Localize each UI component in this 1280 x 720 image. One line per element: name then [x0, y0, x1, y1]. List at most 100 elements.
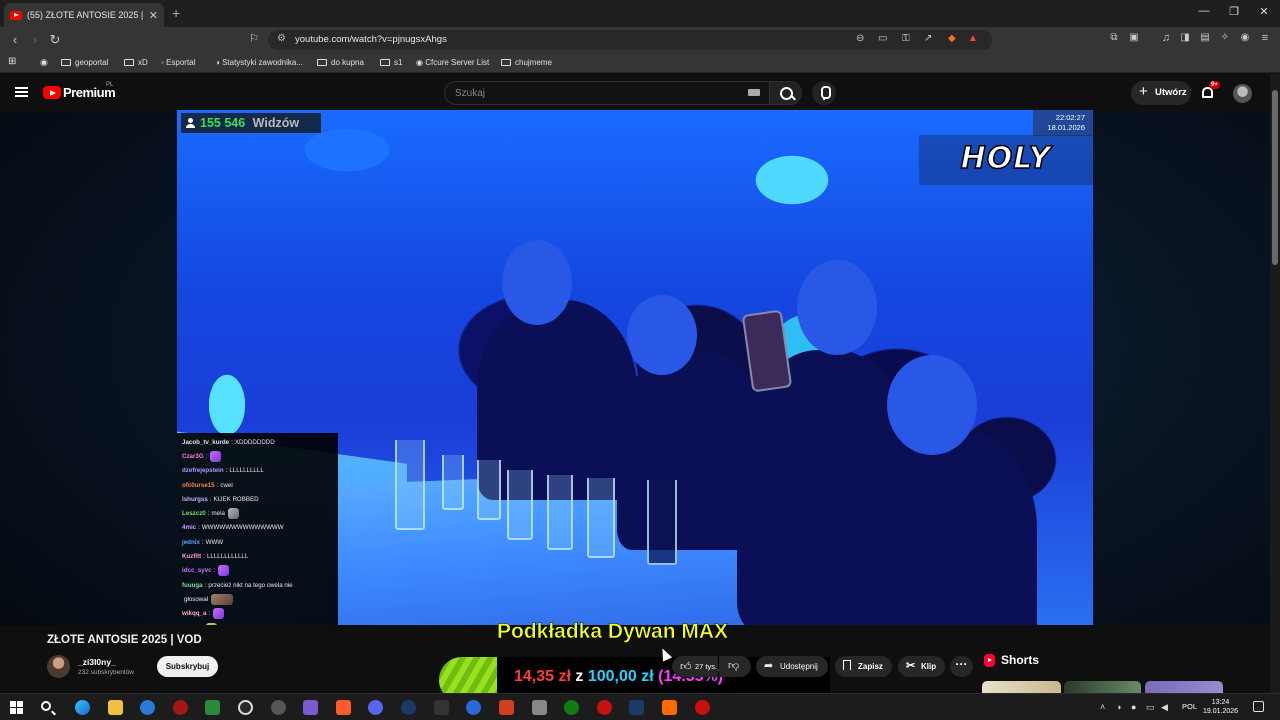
chat-username[interactable]: Jacob_tv_kurde — [182, 439, 229, 446]
thumb-up-icon: 👍︎ — [680, 661, 692, 673]
wallet-icon[interactable]: ▣ — [1126, 32, 1142, 43]
youtube-logo-icon[interactable] — [43, 86, 61, 99]
reload-icon[interactable]: ↻ — [47, 32, 63, 48]
minimize-window-icon[interactable]: — — [1194, 5, 1214, 17]
key-icon[interactable]: ⚿ — [902, 33, 910, 44]
voice-search-button[interactable] — [812, 81, 836, 105]
app-icon[interactable] — [662, 700, 677, 715]
viewer-count-overlay: 155 546 Widzów — [181, 113, 321, 133]
file-explorer-icon[interactable] — [108, 700, 123, 715]
app-icon[interactable] — [695, 700, 710, 715]
chat-username[interactable]: lshurgss — [182, 496, 208, 503]
bookmark-folder[interactable]: do kupna — [317, 58, 364, 67]
xbox-icon[interactable] — [564, 700, 579, 715]
windows-start-icon[interactable] — [10, 701, 23, 714]
chat-username[interactable]: jednix — [182, 539, 200, 546]
short-thumbnail[interactable] — [1145, 681, 1223, 693]
chat-username[interactable]: dzefrejepstein — [182, 467, 224, 474]
chat-username[interactable]: Leszcz0 — [182, 510, 206, 517]
maximize-window-icon[interactable]: ❐ — [1224, 5, 1244, 18]
search-input[interactable]: Szukaj — [444, 81, 770, 105]
new-tab-button[interactable]: + — [172, 5, 180, 21]
close-window-icon[interactable]: ✕ — [1254, 5, 1274, 18]
share-button[interactable]: ➦ Udostępnij — [756, 656, 828, 677]
close-tab-icon[interactable]: ✕ — [149, 9, 158, 22]
channel-name[interactable]: _zi3l0ny_ — [78, 657, 116, 667]
chat-username[interactable]: wikqq_a — [182, 610, 206, 617]
rewards-triangle-icon[interactable]: ▲ — [968, 33, 978, 44]
back-arrow-icon[interactable]: ‹ — [7, 32, 23, 47]
more-actions-button[interactable]: ··· — [950, 656, 973, 677]
app-icon[interactable] — [499, 700, 514, 715]
tray-network-icon[interactable]: ▭ — [1146, 702, 1155, 713]
sidebar-icon[interactable]: ◨ — [1177, 32, 1193, 43]
chat-username[interactable]: Kuzfitt — [182, 553, 201, 560]
app-icon[interactable] — [597, 700, 612, 715]
site-settings-icon[interactable]: ⚙ — [277, 33, 286, 44]
account-avatar[interactable] — [1233, 84, 1252, 103]
brave-browser-icon[interactable] — [336, 700, 351, 715]
media-icon[interactable]: ♫ — [1158, 32, 1174, 44]
clip-button[interactable]: ✂ Klip — [898, 656, 945, 677]
short-thumbnail[interactable] — [982, 681, 1061, 693]
app-icon[interactable] — [173, 700, 188, 715]
bookmark-folder[interactable]: s1 — [380, 58, 402, 67]
channel-avatar[interactable] — [47, 655, 70, 678]
tray-app-icon[interactable]: ◑ — [1116, 702, 1121, 712]
forward-arrow-icon[interactable]: › — [27, 32, 43, 47]
menu-icon[interactable]: ≡ — [1257, 32, 1273, 44]
app-icon[interactable] — [466, 700, 481, 715]
brave-shield-icon[interactable]: ◆ — [948, 33, 956, 44]
taskbar-clock[interactable]: 13:24 19.01.2026 — [1203, 698, 1238, 716]
bookmark-page-icon[interactable]: ⚐ — [246, 32, 262, 45]
extensions-icon[interactable]: ⧉ — [1106, 32, 1122, 43]
tray-expand-icon[interactable]: ˄ — [1100, 702, 1105, 712]
leo-ai-icon[interactable]: ✧ — [1217, 32, 1233, 43]
notification-center-icon[interactable] — [1253, 701, 1264, 712]
save-button[interactable]: Zapisz — [835, 656, 892, 677]
keyboard-language[interactable]: POL — [1182, 702, 1197, 711]
bookmark-folder[interactable]: geoportal — [61, 58, 108, 67]
vpn-icon[interactable]: ◉ — [1237, 32, 1253, 43]
settings-gear-icon[interactable] — [271, 700, 286, 715]
search-button[interactable] — [770, 81, 802, 105]
epic-games-icon[interactable] — [434, 700, 449, 715]
chat-username[interactable]: Czar3G — [182, 453, 204, 460]
share-page-icon[interactable]: ↗ — [924, 33, 932, 44]
bookmark-link[interactable]: ◑ Statystyki zawodnika... — [215, 58, 303, 67]
pip-icon[interactable]: ▭ — [878, 33, 887, 44]
bookmark-link[interactable]: ◦ Esportal — [161, 58, 195, 67]
short-thumbnail[interactable] — [1064, 681, 1141, 693]
wallet2-icon[interactable]: ▤ — [1197, 32, 1213, 43]
steam-icon[interactable] — [629, 700, 644, 715]
subscribe-button[interactable]: Subskrybuj — [157, 656, 218, 677]
taskbar-search-icon[interactable] — [41, 701, 51, 711]
chat-username[interactable]: fuuuga — [182, 582, 203, 589]
create-button[interactable]: + Utwórz — [1131, 81, 1191, 105]
bookmark-folder[interactable]: xD — [124, 58, 148, 67]
chat-username[interactable]: idcc_syvc — [182, 567, 212, 574]
bookmark-link[interactable]: ◉ Cfcure Server List — [416, 58, 489, 67]
apps-grid-icon[interactable]: ⊞ — [8, 56, 16, 67]
chat-username[interactable]: 4mic — [182, 524, 196, 531]
app-icon[interactable] — [303, 700, 318, 715]
steam-icon[interactable] — [401, 700, 416, 715]
dislike-button[interactable]: 👎︎ — [719, 656, 751, 677]
scrollbar-thumb[interactable] — [1272, 90, 1278, 265]
discord-icon[interactable] — [368, 700, 383, 715]
app-icon[interactable] — [205, 700, 220, 715]
edge-browser-icon[interactable] — [75, 700, 90, 715]
zoom-icon[interactable]: ⊖ — [856, 33, 864, 44]
guide-menu-icon[interactable] — [15, 87, 28, 97]
app-icon[interactable] — [140, 700, 155, 715]
app-icon[interactable] — [238, 700, 253, 715]
app-icon[interactable] — [532, 700, 547, 715]
bookmark-folder[interactable]: chujmeme — [501, 58, 552, 67]
browser-tab-active[interactable]: (55) ZŁOTE ANTOSIE 2025 | V ✕ — [4, 3, 164, 27]
tray-volume-icon[interactable]: ◀ — [1161, 702, 1168, 713]
tray-mic-icon[interactable]: ● — [1131, 702, 1136, 712]
keyboard-icon[interactable] — [748, 89, 760, 96]
like-button[interactable]: 👍︎ 27 tys. — [672, 656, 718, 677]
address-bar[interactable]: ⚙ youtube.com/watch?v=pjnugsxAhgs ⊖ ▭ ⚿ … — [268, 30, 992, 50]
chat-username[interactable]: ofc0urse15 — [182, 482, 215, 489]
